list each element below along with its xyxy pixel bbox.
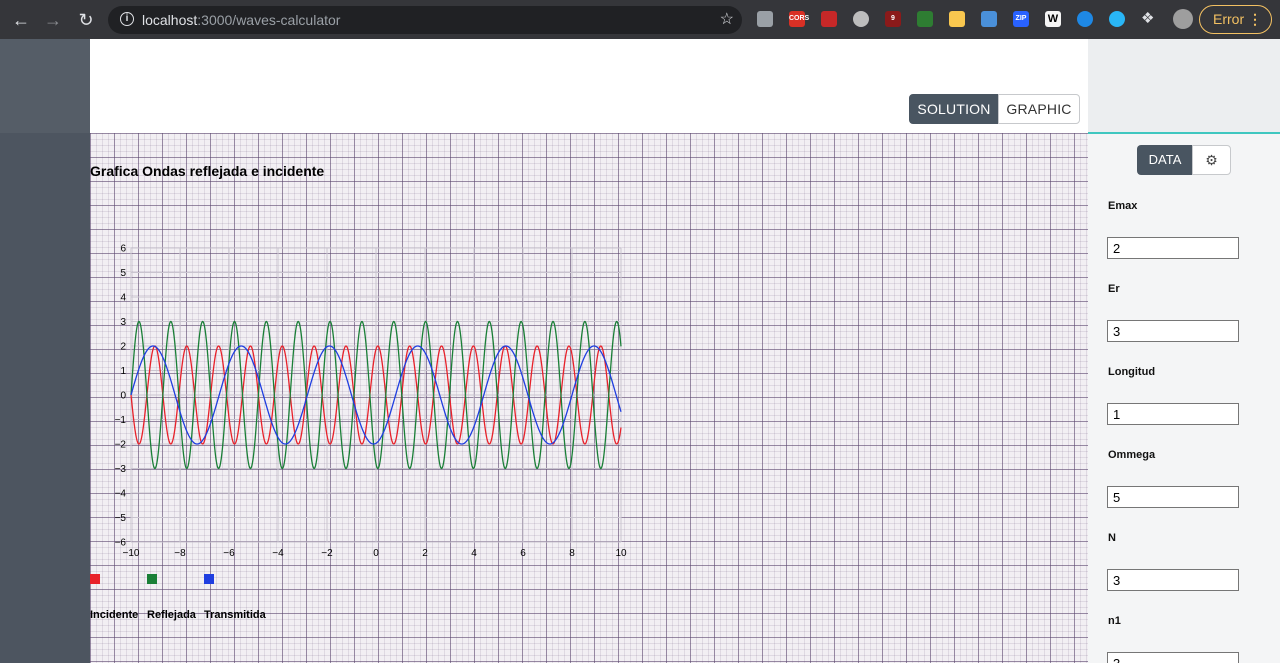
ommega-input[interactable] bbox=[1107, 486, 1239, 508]
x-tick-label: −10 bbox=[123, 548, 140, 559]
y-tick-label: 1 bbox=[120, 366, 126, 377]
left-header bbox=[0, 39, 90, 133]
y-tick-label: −4 bbox=[115, 489, 127, 500]
ghost-ext-icon[interactable] bbox=[949, 11, 965, 27]
back-arrow-icon[interactable]: ← bbox=[10, 9, 32, 31]
settings-gear-icon[interactable]: ⚙ bbox=[1192, 145, 1231, 175]
n-input[interactable] bbox=[1107, 569, 1239, 591]
wave-chart: 6543210−1−2−3−4−5−6−10 −8 −6 −4 −2 0 2 4 6 8 10 bbox=[115, 244, 627, 560]
x-tick-label: 8 bbox=[569, 548, 575, 559]
x-tick-label: 10 bbox=[615, 548, 627, 559]
reload-icon[interactable]: ↻ bbox=[75, 9, 97, 31]
legend-label-incidente: Incidente bbox=[90, 609, 139, 621]
legend-swatch-reflejada bbox=[147, 574, 157, 584]
legend-label-reflejada: Reflejada bbox=[147, 609, 196, 621]
y-tick-label: 0 bbox=[120, 391, 126, 402]
y-tick-label: 2 bbox=[120, 342, 126, 353]
y-tick-label: −5 bbox=[115, 513, 127, 524]
field-label-emax: Emax bbox=[1108, 200, 1138, 212]
error-button[interactable]: Error ⋮ bbox=[1199, 5, 1272, 34]
legend-swatch-transmitida bbox=[204, 574, 214, 584]
emax-input[interactable] bbox=[1107, 237, 1239, 259]
sidebar-header bbox=[1088, 39, 1280, 133]
gear-red-ext-icon[interactable] bbox=[821, 11, 837, 27]
legend-label-transmitida: Transmitida bbox=[204, 609, 266, 621]
n1-input[interactable] bbox=[1107, 652, 1239, 663]
er-input[interactable] bbox=[1107, 320, 1239, 342]
x-tick-label: 6 bbox=[520, 548, 526, 559]
x-tick-label: −8 bbox=[174, 548, 186, 559]
wappalyzer-ext-icon[interactable]: W bbox=[1045, 11, 1061, 27]
field-label-n: N bbox=[1108, 532, 1116, 544]
x-tick-label: 2 bbox=[422, 548, 428, 559]
field-label-n1: n1 bbox=[1108, 615, 1121, 627]
field-label-longitud: Longitud bbox=[1108, 366, 1156, 378]
ublock-ext-icon[interactable]: 9 bbox=[885, 11, 901, 27]
graphic-tab[interactable]: GRAPHIC bbox=[998, 94, 1080, 124]
puzzle-ext-icon[interactable]: ❖ bbox=[1141, 11, 1157, 27]
y-tick-label: 5 bbox=[120, 268, 126, 279]
profile-ext-icon[interactable] bbox=[1173, 9, 1193, 29]
circle-blue-ext-icon[interactable] bbox=[1077, 11, 1093, 27]
field-label-ommega: Ommega bbox=[1108, 449, 1156, 461]
solution-tab[interactable]: SOLUTION bbox=[909, 94, 999, 124]
x-tick-label: −6 bbox=[223, 548, 235, 559]
info-icon[interactable]: i bbox=[120, 12, 134, 26]
longitud-input[interactable] bbox=[1107, 403, 1239, 425]
target-ext-icon[interactable] bbox=[853, 11, 869, 27]
legend-swatch-incidente bbox=[90, 574, 100, 584]
infinity-ext-icon[interactable] bbox=[1109, 11, 1125, 27]
forward-arrow-icon[interactable]: → bbox=[42, 9, 64, 31]
chart-title: Grafica Ondas reflejada e incidente bbox=[90, 163, 325, 179]
more-vert-icon[interactable]: ⋮ bbox=[1248, 6, 1262, 32]
vuetify-ext-icon[interactable] bbox=[757, 11, 773, 27]
cors-ext-icon[interactable]: CORS bbox=[789, 11, 809, 27]
x-tick-label: 0 bbox=[373, 548, 379, 559]
y-tick-label: −2 bbox=[115, 440, 127, 451]
y-tick-label: 3 bbox=[120, 317, 126, 328]
y-tick-label: −6 bbox=[115, 538, 127, 549]
frame-ext-icon[interactable] bbox=[917, 11, 933, 27]
y-tick-label: 6 bbox=[120, 244, 126, 255]
y-tick-label: −1 bbox=[115, 415, 127, 426]
address-bar[interactable]: i localhost:3000/waves-calculator ☆ bbox=[108, 6, 742, 34]
y-tick-label: 4 bbox=[120, 293, 126, 304]
url-text[interactable]: localhost:3000/waves-calculator bbox=[142, 12, 340, 28]
square-blue-ext-icon[interactable] bbox=[981, 11, 997, 27]
bookmark-star-icon[interactable]: ☆ bbox=[720, 9, 734, 29]
x-tick-label: −4 bbox=[272, 548, 284, 559]
field-label-er: Er bbox=[1108, 283, 1120, 295]
browser-toolbar: ← → ↻ i localhost:3000/waves-calculator … bbox=[0, 0, 1280, 39]
data-tab[interactable]: DATA bbox=[1137, 145, 1193, 175]
sidebar-accent-line bbox=[1088, 132, 1280, 134]
y-tick-label: −3 bbox=[115, 464, 127, 475]
x-tick-label: −2 bbox=[321, 548, 333, 559]
x-tick-label: 4 bbox=[471, 548, 477, 559]
zip-ext-icon[interactable]: ZIP bbox=[1013, 11, 1029, 27]
